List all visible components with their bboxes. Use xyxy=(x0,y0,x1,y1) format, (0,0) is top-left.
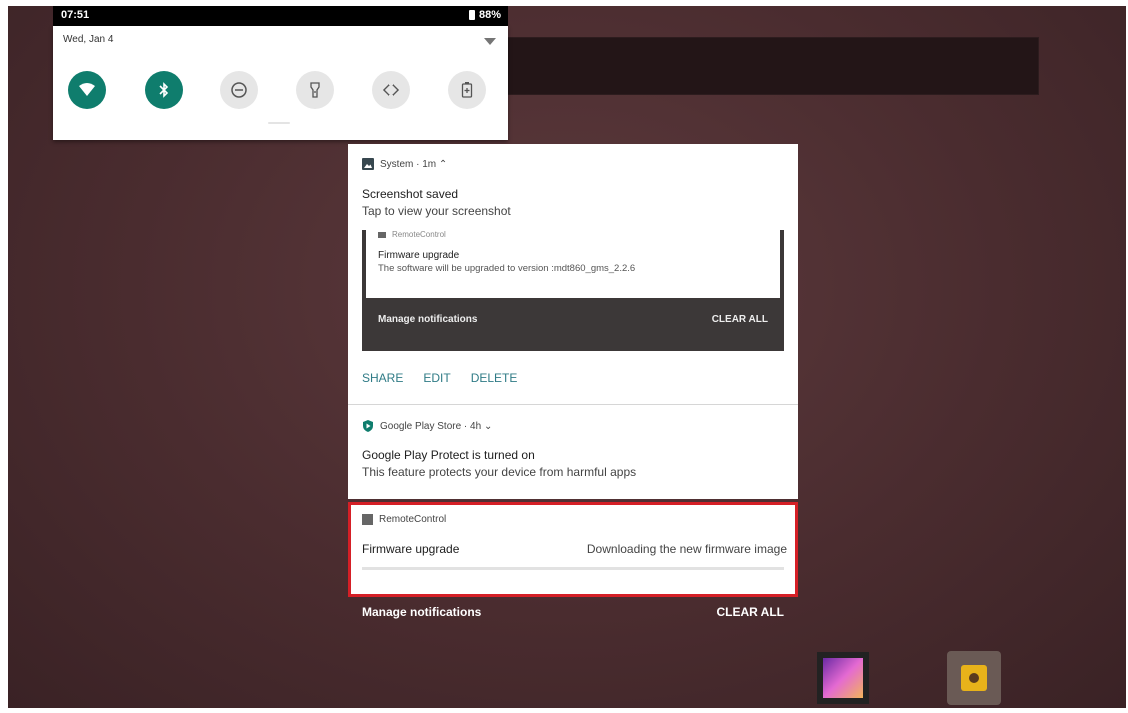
notification-actions: SHARE EDIT DELETE xyxy=(362,371,517,385)
camera-app-icon[interactable] xyxy=(947,651,1001,705)
preview-notification-card: RemoteControl Firmware upgrade The softw… xyxy=(366,230,780,298)
desktop-search-bar[interactable] xyxy=(505,37,1039,95)
screenshot-preview[interactable]: RemoteControl Firmware upgrade The softw… xyxy=(362,230,784,351)
qs-tile-bluetooth[interactable] xyxy=(145,71,183,109)
play-protect-icon xyxy=(363,420,373,432)
download-progress-bar xyxy=(362,567,784,570)
battery-icon xyxy=(468,10,475,20)
app-icon xyxy=(378,231,386,238)
bluetooth-icon xyxy=(159,82,169,98)
qs-tile-flashlight[interactable] xyxy=(296,71,334,109)
notification-app-label: Google Play Store · 4h ⌄ xyxy=(380,420,493,432)
gallery-icon-art xyxy=(823,658,863,698)
home-screen: 07:51 88% Wed, Jan 4 System · 1m ⌃ Scree… xyxy=(8,6,1126,708)
wifi-signal-icon xyxy=(484,38,496,45)
drag-handle[interactable] xyxy=(268,122,290,124)
preview-title: Firmware upgrade xyxy=(378,250,460,261)
preview-text: The software will be upgraded to version… xyxy=(378,263,636,274)
do-not-disturb-icon xyxy=(231,82,247,98)
notification-title: Firmware upgrade xyxy=(362,542,460,556)
preview-app-header: RemoteControl xyxy=(378,230,446,239)
battery-level: 88% xyxy=(478,9,501,21)
notification-screenshot[interactable]: System · 1m ⌃ Screenshot saved Tap to vi… xyxy=(348,144,798,404)
share-button[interactable]: SHARE xyxy=(362,371,403,385)
notification-play-protect[interactable]: Google Play Store · 4h ⌄ Google Play Pro… xyxy=(348,404,798,499)
image-icon xyxy=(362,158,374,170)
preview-app-label: RemoteControl xyxy=(392,230,446,239)
notification-title: Screenshot saved xyxy=(362,187,459,201)
edit-button[interactable]: EDIT xyxy=(423,371,450,385)
notification-app-label: RemoteControl xyxy=(379,514,447,525)
status-battery: 88% xyxy=(468,9,501,21)
qs-tile-wifi[interactable] xyxy=(68,71,106,109)
notification-header: System · 1m ⌃ xyxy=(362,158,447,170)
auto-rotate-icon xyxy=(382,81,400,99)
app-icon xyxy=(362,514,373,525)
qs-tile-battery-saver[interactable] xyxy=(448,71,486,109)
clear-all-button[interactable]: CLEAR ALL xyxy=(716,605,784,619)
preview-clear-label: CLEAR ALL xyxy=(711,314,768,325)
notification-app-label: System · 1m ⌃ xyxy=(380,158,448,170)
status-bar: 07:51 88% xyxy=(53,6,508,26)
wifi-icon xyxy=(79,83,95,96)
gallery-app-icon[interactable] xyxy=(817,652,869,704)
qs-date: Wed, Jan 4 xyxy=(63,34,114,45)
quick-settings-panel: Wed, Jan 4 xyxy=(53,26,508,140)
camera-lens xyxy=(969,673,979,683)
qs-tile-auto-rotate[interactable] xyxy=(372,71,410,109)
download-status-text: Downloading the new firmware image xyxy=(586,542,787,556)
notification-title: Google Play Protect is turned on xyxy=(362,448,535,462)
notification-firmware-upgrade[interactable]: RemoteControl Firmware upgrade Downloadi… xyxy=(348,502,798,597)
qs-tile-dnd[interactable] xyxy=(220,71,258,109)
status-time: 07:51 xyxy=(61,9,90,21)
battery-saver-icon xyxy=(461,82,473,98)
delete-button[interactable]: DELETE xyxy=(471,371,518,385)
manage-notifications-button[interactable]: Manage notifications xyxy=(362,605,481,619)
notification-shade: System · 1m ⌃ Screenshot saved Tap to vi… xyxy=(348,144,798,627)
notification-text: This feature protects your device from h… xyxy=(362,465,637,479)
notification-text: Tap to view your screenshot xyxy=(362,204,511,218)
notification-header: RemoteControl xyxy=(362,514,446,525)
shade-footer: Manage notifications CLEAR ALL xyxy=(348,597,798,627)
preview-manage-label: Manage notifications xyxy=(378,314,478,325)
camera-icon xyxy=(961,665,987,691)
notification-header: Google Play Store · 4h ⌄ xyxy=(362,420,492,432)
flashlight-icon xyxy=(310,82,320,98)
